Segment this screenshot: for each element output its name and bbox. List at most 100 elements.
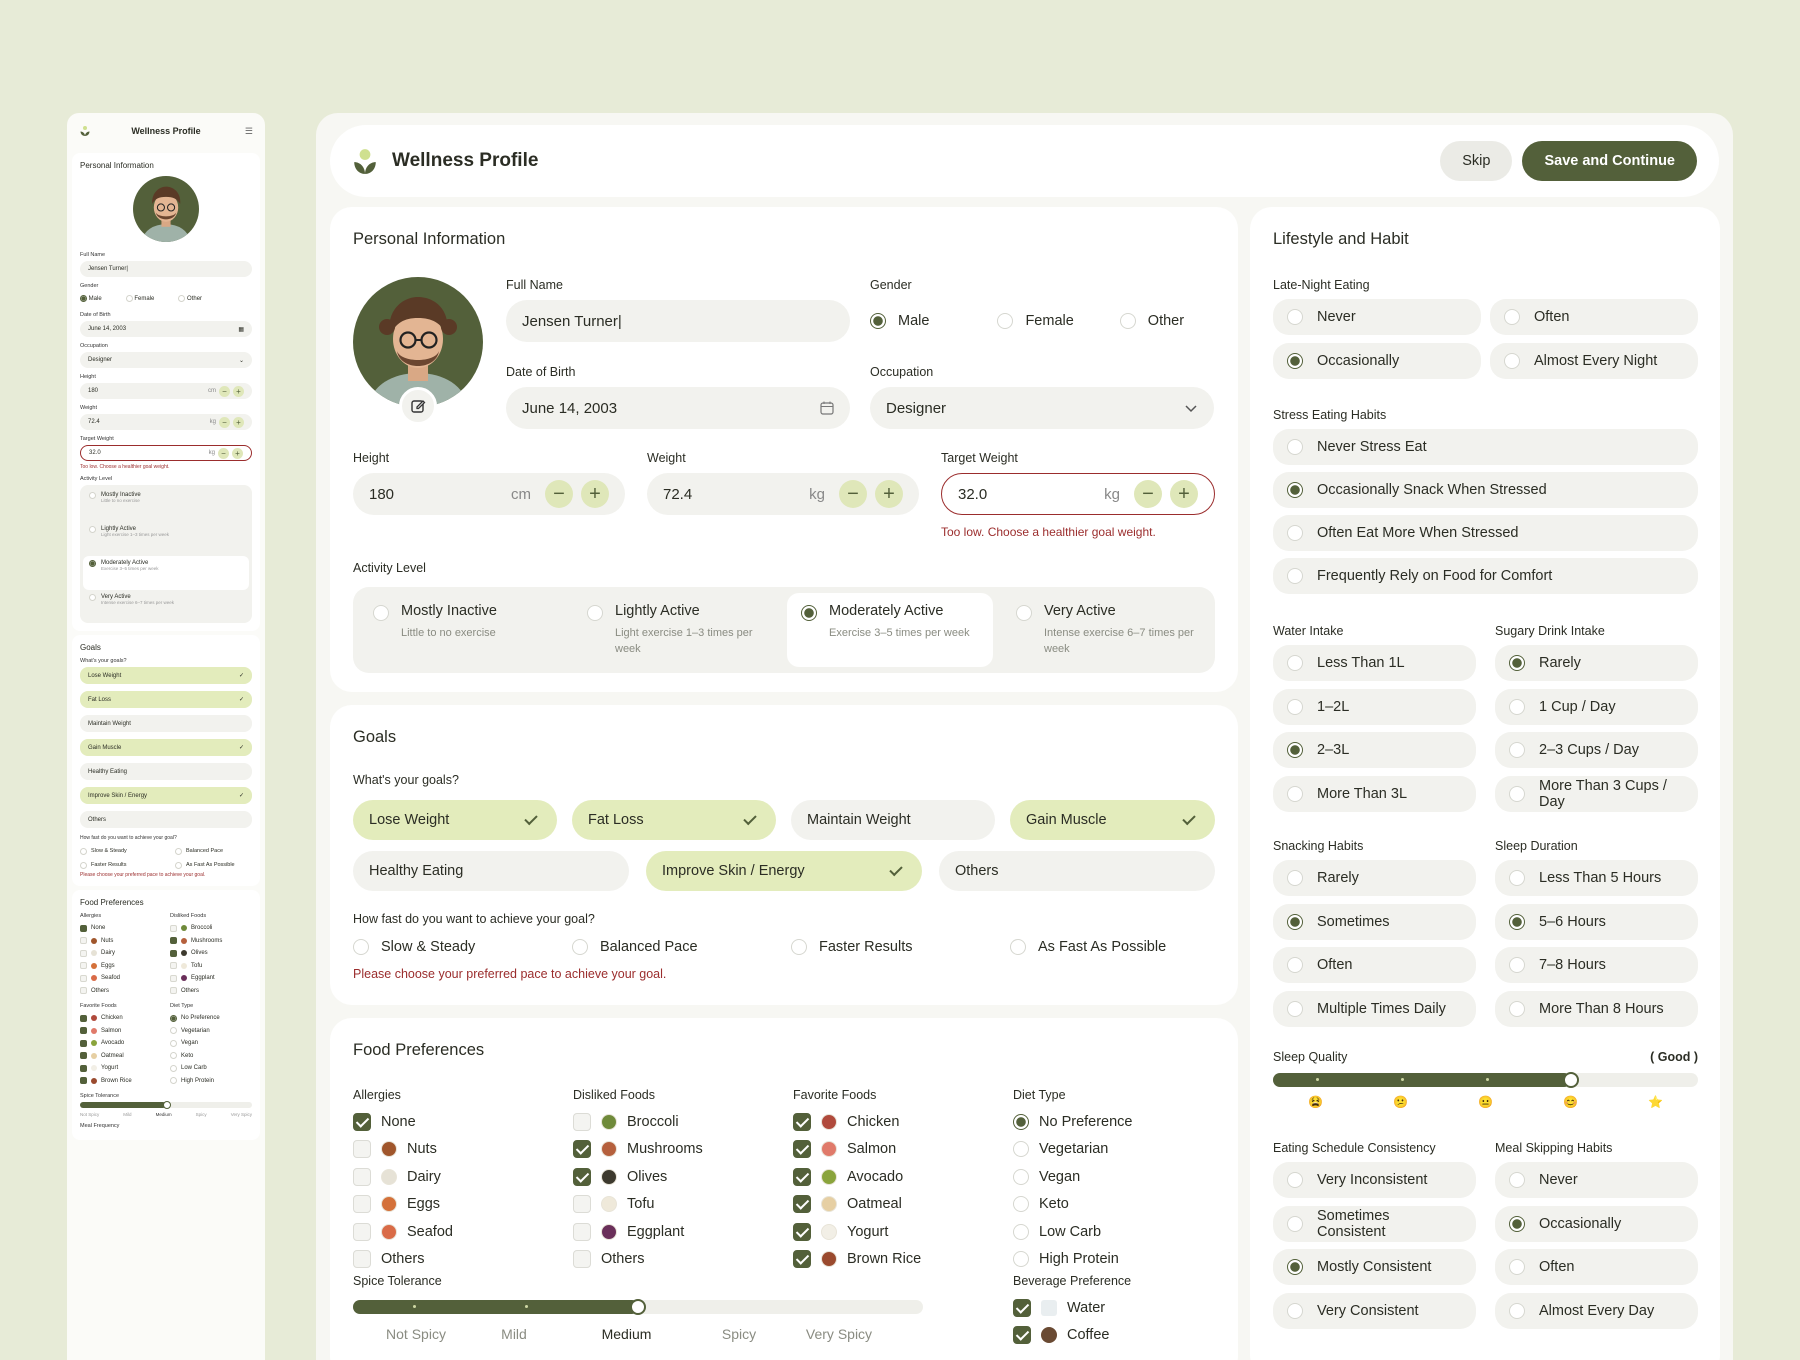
mobile-allergies-option-0[interactable]: None [80,922,170,935]
mobile-diet-option-2[interactable]: Vegan [170,1037,220,1050]
sugar-option-1[interactable]: 1 Cup / Day [1495,688,1698,725]
radio-button[interactable] [1509,1172,1525,1188]
allergies-option-2[interactable]: Dairy [353,1163,453,1191]
sleep-quality-thumb[interactable] [1562,1072,1579,1088]
checkbox[interactable] [573,1195,591,1214]
mobile-height-input[interactable]: 180 cm − + [80,383,252,399]
skip-option-2[interactable]: Often [1495,1249,1698,1285]
radio-button[interactable] [1509,1000,1525,1017]
full-name-input[interactable]: Jensen Turner | [506,300,850,342]
mobile-spice-slider[interactable] [80,1101,252,1109]
checkbox[interactable] [793,1195,811,1214]
checkbox[interactable] [573,1112,591,1131]
pace-option-faster[interactable]: Faster Results [791,939,1010,955]
allergies-option-1[interactable]: Nuts [353,1136,453,1164]
mobile-pace-row-0[interactable]: Slow & Steady Balanced Pace [80,844,252,858]
checkbox[interactable] [793,1140,811,1159]
snack-option-3[interactable]: Multiple Times Daily [1273,990,1476,1027]
diet-option-2[interactable]: Vegan [1013,1163,1133,1191]
allergies-option-5[interactable]: Others [353,1246,453,1274]
mobile-allergies-option-3[interactable]: Eggs [80,960,170,973]
goal-fat-loss[interactable]: Fat Loss [572,800,776,840]
mobile-diet-option-5[interactable]: High Protein [170,1075,220,1088]
mobile-target-input[interactable]: 32.0 kg − + [80,445,252,461]
mobile-allergies-option-5[interactable]: Others [80,985,170,998]
pace-option-slow[interactable]: Slow & Steady [353,939,572,955]
radio-button[interactable] [1287,913,1303,930]
spice-level-3[interactable]: Spicy [704,1326,774,1342]
sleep-option-3[interactable]: More Than 8 Hours [1495,990,1698,1027]
mobile-activity-3[interactable]: Very Active Intense exercise 6–7 times pe… [83,590,249,620]
checkbox[interactable] [353,1140,371,1159]
mobile-favorite-option-5[interactable]: Brown Rice [80,1075,170,1088]
mobile-goal-5[interactable]: Improve Skin / Energy ✓ [80,787,252,804]
target-increment-button[interactable]: + [1170,480,1198,508]
late-night-occasionally[interactable]: Occasionally [1273,343,1481,379]
radio-button[interactable] [1287,1000,1303,1017]
mobile-occupation-select[interactable]: Designer ⌄ [80,352,252,368]
favorite-option-4[interactable]: Yogurt [793,1218,921,1246]
face-happy-icon[interactable]: 😊 [1563,1095,1578,1109]
late-night-often[interactable]: Often [1490,299,1698,335]
mobile-goal-6[interactable]: Others [80,811,252,828]
mobile-activity-2[interactable]: Moderately Active Exercise 3–5 times per … [83,556,249,590]
edit-avatar-button[interactable] [399,387,437,425]
radio-button[interactable] [1509,785,1525,802]
mobile-disliked-option-5[interactable]: Others [170,985,222,998]
star-icon[interactable]: ⭐ [1648,1095,1663,1109]
checkbox[interactable] [353,1167,371,1186]
allergies-option-3[interactable]: Eggs [353,1191,453,1219]
radio-button[interactable] [1287,957,1303,973]
sleep-quality-slider[interactable] [1273,1072,1698,1088]
mobile-activity-1[interactable]: Lightly Active Light exercise 1–3 times p… [83,522,249,556]
favorite-option-5[interactable]: Brown Rice [793,1246,921,1274]
mobile-avatar[interactable] [133,176,199,242]
mobile-gender-group[interactable]: Male Female Other [80,292,252,306]
mobile-disliked-option-4[interactable]: Eggplant [170,972,222,985]
radio-button[interactable] [1509,913,1525,930]
water-option-1[interactable]: 1–2L [1273,688,1476,725]
checkbox[interactable] [793,1167,811,1186]
calendar-icon[interactable] [820,401,834,415]
late-night-almost-every-night[interactable]: Almost Every Night [1490,343,1698,379]
goal-lose-weight[interactable]: Lose Weight [353,800,557,840]
mobile-allergies-option-2[interactable]: Dairy [80,947,170,960]
activity-option-0[interactable]: Mostly Inactive Little to no exercise [359,593,565,667]
allergies-option-0[interactable]: None [353,1108,453,1136]
radio-button[interactable] [1509,1302,1525,1319]
checkbox[interactable] [573,1222,591,1241]
goal-gain-muscle[interactable]: Gain Muscle [1010,800,1215,840]
radio-button[interactable] [1287,1172,1303,1188]
radio-button[interactable] [1013,1251,1029,1268]
height-decrement-button[interactable]: − [545,480,573,508]
sugar-option-2[interactable]: 2–3 Cups / Day [1495,732,1698,768]
mobile-full-name-input[interactable]: Jensen Turner | [80,261,252,277]
mobile-disliked-option-1[interactable]: Mushrooms [170,935,222,948]
mobile-dob-input[interactable]: June 14, 2003 ▦ [80,321,252,337]
mobile-favorite-option-0[interactable]: Chicken [80,1012,170,1025]
mobile-disliked-option-2[interactable]: Olives [170,947,222,960]
weight-decrement-button[interactable]: − [839,480,867,508]
disliked-option-2[interactable]: Olives [573,1163,703,1191]
pace-option-balanced[interactable]: Balanced Pace [572,939,791,955]
diet-option-4[interactable]: Low Carb [1013,1218,1133,1246]
radio-button[interactable] [1013,1223,1029,1240]
disliked-option-4[interactable]: Eggplant [573,1218,703,1246]
stress-option-0[interactable]: Never Stress Eat [1273,429,1698,465]
radio-button[interactable] [1287,870,1303,886]
diet-option-0[interactable]: No Preference [1013,1108,1133,1136]
gender-radio-other[interactable] [1119,313,1136,329]
spice-level-4[interactable]: Very Spicy [774,1326,904,1342]
disliked-option-1[interactable]: Mushrooms [573,1136,703,1164]
diet-option-5[interactable]: High Protein [1013,1246,1133,1274]
radio-button[interactable] [1509,1215,1525,1232]
checkbox[interactable] [573,1167,591,1186]
mobile-diet-option-3[interactable]: Keto [170,1050,220,1063]
checkbox[interactable] [353,1222,371,1241]
checkbox[interactable] [573,1140,591,1159]
radio-button[interactable] [1287,698,1303,715]
favorite-option-3[interactable]: Oatmeal [793,1191,921,1219]
mobile-disliked-option-3[interactable]: Tofu [170,960,222,973]
allergies-option-4[interactable]: Seafod [353,1218,453,1246]
checkbox[interactable] [573,1250,591,1269]
